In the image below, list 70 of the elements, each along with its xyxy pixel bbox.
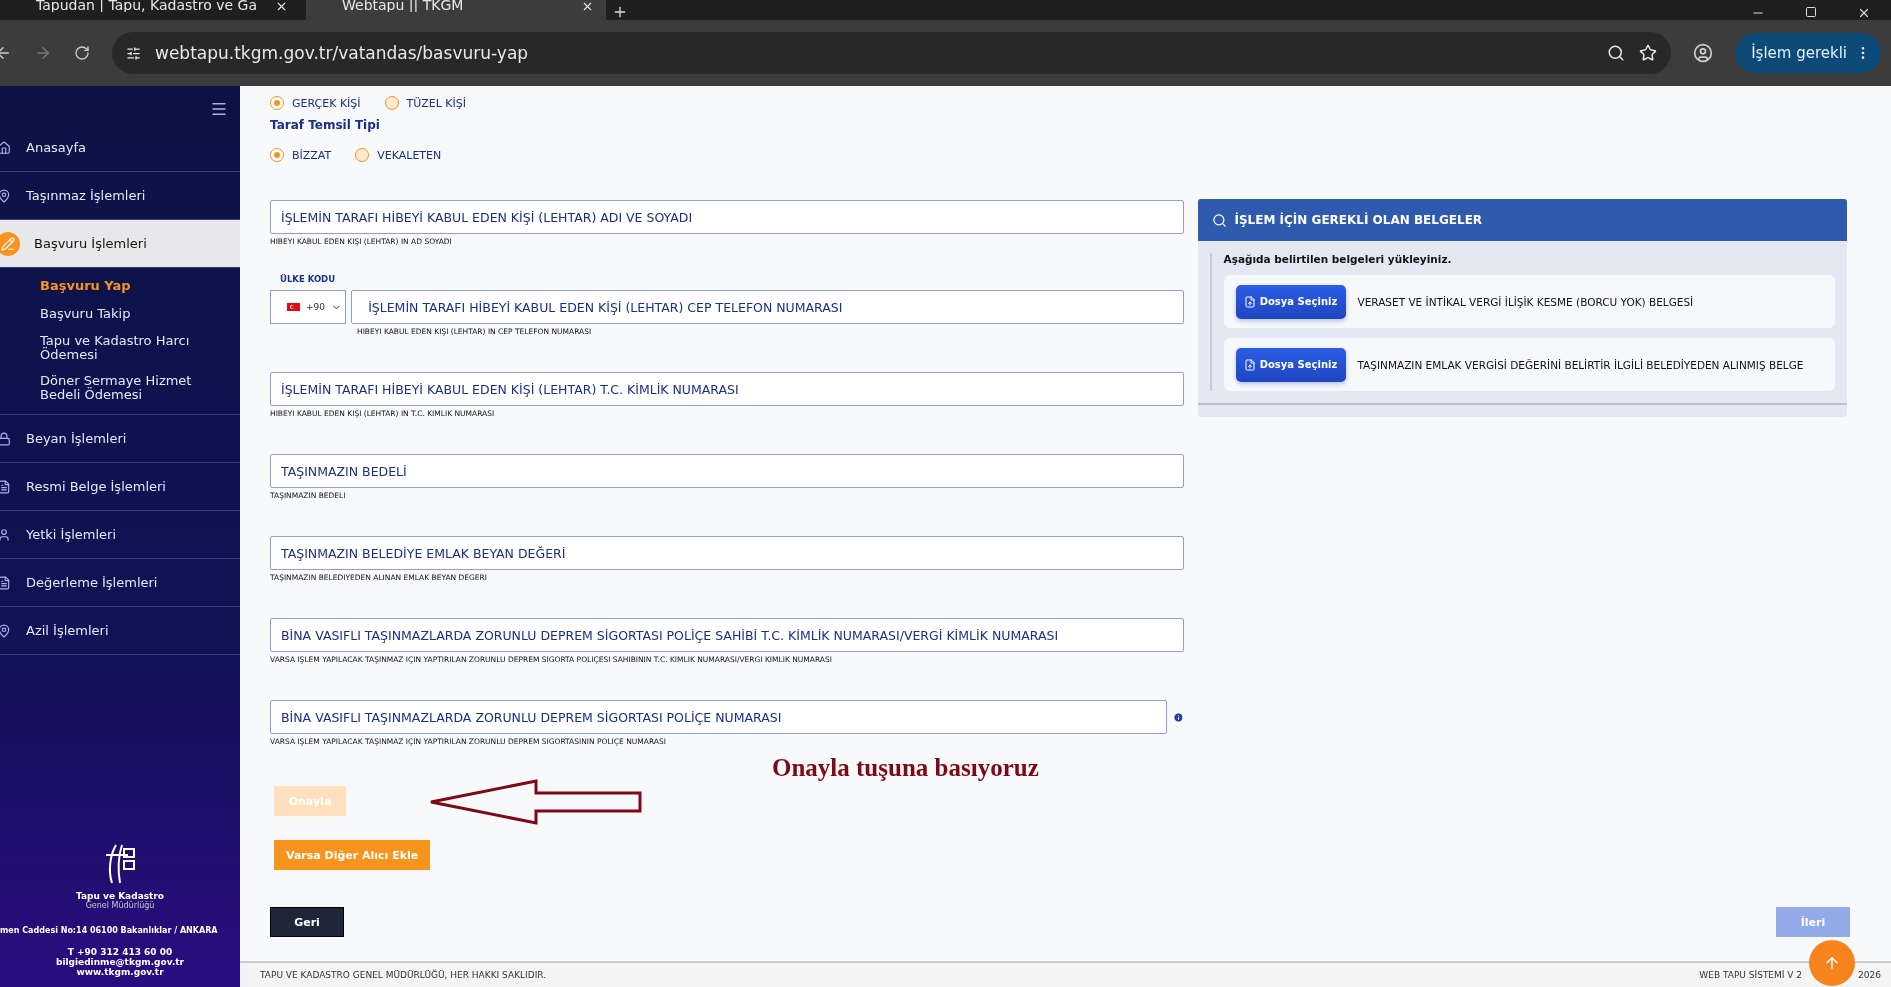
close-icon[interactable] bbox=[275, 0, 288, 13]
logo-subtitle: Genel Müdürlüğü bbox=[85, 901, 155, 910]
version-text: WEB TAPU SİSTEMİ V 2 bbox=[1699, 970, 1803, 980]
website-text: www.tkgm.gov.tr bbox=[76, 967, 164, 977]
email-text: bilgiedinme@tkgm.gov.tr bbox=[55, 957, 185, 967]
close-icon[interactable] bbox=[1857, 6, 1871, 20]
sidebar-item[interactable]: Beyan İşlemleri bbox=[0, 415, 240, 463]
logo-title: Tapu ve Kadastro bbox=[76, 891, 164, 901]
sidebar-item[interactable]: Yetki İşlemleri bbox=[0, 511, 240, 559]
panel-title: İŞLEM İÇİN GEREKLİ OLAN BELGELER bbox=[1234, 213, 1483, 227]
copyright-text: TAPU VE KADASTRO GENEL MÜDÜRLÜĞÜ, HER HAKKI SAKLIDIR. bbox=[260, 970, 547, 980]
instruction-text: Aşağıda belirtilen belgeleri yükleyiniz. bbox=[1223, 253, 1453, 265]
document-name: TAŞINMAZIN EMLAK VERGİSİ DEĞERİNİ BELİRTİR İLGİLİ BELEDİYEDEN ALINMIŞ BELGE bbox=[1357, 358, 1804, 371]
sidebar-item[interactable]: Azil İşlemleri bbox=[0, 607, 240, 655]
action-required-button[interactable]: İşlem gerekli bbox=[1735, 33, 1881, 73]
choose-file-button[interactable]: Dosya Seçiniz bbox=[1235, 347, 1346, 382]
close-icon[interactable] bbox=[581, 0, 594, 13]
pin-icon bbox=[0, 188, 11, 203]
input-field[interactable]: İŞLEMİN TARAFI HİBEYİ KABUL EDEN KİŞİ (LEHTAR) ADI VE SOYADI bbox=[270, 200, 1184, 234]
document-name: VERASET VE İNTİKAL VERGİ İLİŞİK KESME (BORCU YOK) BELGESİ bbox=[1357, 295, 1694, 308]
info-icon[interactable] bbox=[1172, 711, 1184, 723]
radio-option[interactable]: VEKALETEN bbox=[355, 148, 442, 162]
forward-icon[interactable] bbox=[34, 44, 52, 62]
sidebar-item[interactable]: Başvuru İşlemleri bbox=[0, 220, 240, 268]
input-field[interactable]: TAŞINMAZIN BELEDİYE EMLAK BEYAN DEĞERİ bbox=[270, 536, 1184, 570]
sidebar-item[interactable]: Anasayfa bbox=[0, 124, 240, 172]
radio-option[interactable]: BİZZAT bbox=[270, 148, 332, 162]
user-icon bbox=[0, 527, 11, 542]
new-tab-icon[interactable] bbox=[612, 4, 628, 20]
bookmark-star-icon[interactable] bbox=[1639, 44, 1658, 62]
pin-icon bbox=[0, 623, 11, 638]
address-bar[interactable]: webtapu.tkgm.gov.tr/vatandas/basvuru-yap bbox=[112, 32, 1672, 74]
submenu-item[interactable]: Başvuru Yap bbox=[0, 272, 240, 300]
file-upload-icon bbox=[1243, 358, 1256, 371]
choose-file-button[interactable]: Dosya Seçiniz bbox=[1235, 284, 1346, 319]
lock-icon bbox=[0, 431, 11, 446]
site-settings-icon[interactable] bbox=[126, 45, 141, 61]
document-icon bbox=[0, 575, 11, 590]
back-button[interactable]: Geri bbox=[270, 907, 344, 937]
profile-icon[interactable] bbox=[1693, 43, 1714, 63]
maximize-icon[interactable] bbox=[1805, 6, 1817, 18]
menu-icon[interactable] bbox=[210, 100, 228, 118]
version-year: 2026 bbox=[1858, 970, 1881, 980]
radio-option[interactable]: TÜZEL KİŞİ bbox=[384, 96, 466, 110]
country-code-select[interactable]: +90 bbox=[270, 290, 347, 324]
sidebar-item[interactable]: Değerleme İşlemleri bbox=[0, 559, 240, 607]
submenu-item[interactable]: Başvuru Takip bbox=[0, 300, 240, 328]
section-label: Taraf Temsil Tipi bbox=[270, 118, 381, 132]
url-text: webtapu.tkgm.gov.tr/vatandas/basvuru-yap bbox=[155, 43, 530, 63]
home-icon bbox=[0, 140, 11, 155]
file-upload-icon bbox=[1243, 295, 1256, 308]
input-field[interactable]: İŞLEMİN TARAFI HİBEYİ KABUL EDEN KİŞİ (LEHTAR) CEP TELEFON NUMARASI bbox=[351, 290, 1184, 324]
submenu-item[interactable]: Döner Sermaye Hizmet Bedeli Ödemesi bbox=[0, 368, 240, 408]
reload-icon[interactable] bbox=[74, 45, 90, 61]
sidebar-item[interactable]: Resmi Belge İşlemleri bbox=[0, 463, 240, 511]
field-label: ÜLKE KODU bbox=[280, 274, 337, 284]
radio-option[interactable]: GERÇEK KİŞİ bbox=[270, 96, 361, 110]
search-icon bbox=[1211, 212, 1227, 228]
annotation-text: Onayla tuşuna basıyoruz bbox=[772, 754, 1039, 782]
phone-text: T +90 312 413 60 00 bbox=[67, 947, 173, 957]
address-text: men Caddesi No:14 06100 Bakanlıklar / ANKARA bbox=[0, 926, 218, 935]
zoom-icon[interactable] bbox=[1607, 44, 1626, 62]
input-field[interactable]: TAŞINMAZIN BEDELİ bbox=[270, 454, 1184, 488]
submenu-item[interactable]: Tapu ve Kadastro Harcı Ödemesi bbox=[0, 328, 240, 368]
input-field[interactable]: BİNA VASIFLI TAŞINMAZLARDA ZORUNLU DEPREM SİGORTASI POLİÇE SAHİBİ T.C. KİMLİK NUMARASI/VERGİ KİMLİK NUMARASI bbox=[270, 618, 1184, 652]
flag-icon bbox=[287, 303, 300, 311]
input-field[interactable]: İŞLEMİN TARAFI HİBEYİ KABUL EDEN KİŞİ (LEHTAR) T.C. KİMLİK NUMARASI bbox=[270, 372, 1184, 406]
input-field[interactable]: BİNA VASIFLI TAŞINMAZLARDA ZORUNLU DEPREM SİGORTASI POLİÇE NUMARASI bbox=[270, 700, 1167, 734]
pencil-icon bbox=[1, 236, 15, 251]
document-icon bbox=[0, 479, 11, 494]
